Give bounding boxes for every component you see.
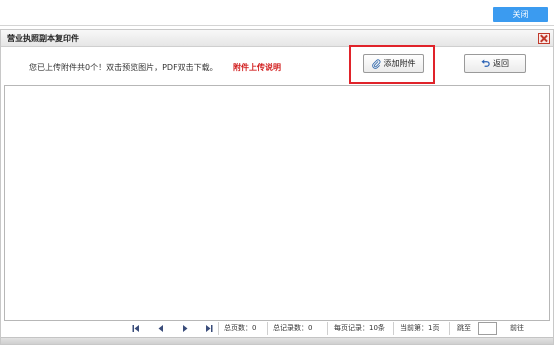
last-page-icon[interactable] bbox=[204, 324, 214, 333]
first-page-icon[interactable] bbox=[131, 324, 141, 333]
paperclip-icon bbox=[371, 58, 380, 69]
pager-separator bbox=[267, 322, 268, 335]
upload-help-link[interactable]: 附件上传说明 bbox=[233, 62, 281, 73]
pager-separator bbox=[218, 322, 219, 335]
total-records-text: 总记录数：0 bbox=[273, 324, 313, 332]
add-attachment-label: 添加附件 bbox=[383, 59, 416, 68]
next-page-icon[interactable] bbox=[180, 324, 190, 333]
pager-separator bbox=[327, 322, 328, 335]
top-separator bbox=[0, 25, 554, 26]
close-x-icon[interactable] bbox=[538, 33, 550, 44]
dialog-header: 营业执照副本复印件 bbox=[1, 30, 553, 47]
back-label: 返回 bbox=[493, 59, 509, 68]
dialog-bottom-bar bbox=[1, 337, 553, 344]
back-button[interactable]: 返回 bbox=[464, 54, 526, 73]
prev-page-icon[interactable] bbox=[156, 324, 166, 333]
jump-to-label: 跳至 bbox=[457, 324, 471, 332]
top-close-button[interactable]: 关闭 bbox=[493, 7, 548, 22]
upload-info-text: 您已上传附件共0个！双击预览图片，PDF双击下载。 bbox=[29, 63, 218, 72]
current-page-text: 当前第：1页 bbox=[400, 324, 440, 332]
pagination-bar: 总页数：0 总记录数：0 每页记录：10条 当前第：1页 跳至 前往 bbox=[1, 322, 553, 335]
add-attachment-button[interactable]: 添加附件 bbox=[363, 54, 424, 73]
attachment-list-area[interactable] bbox=[4, 85, 550, 321]
pager-separator bbox=[449, 322, 450, 335]
dialog-title: 营业执照副本复印件 bbox=[7, 34, 79, 43]
jump-page-input[interactable] bbox=[478, 322, 497, 335]
pager-separator bbox=[393, 322, 394, 335]
total-pages-text: 总页数：0 bbox=[224, 324, 257, 332]
outer-top-bar: 关闭 bbox=[0, 0, 554, 26]
go-button[interactable]: 前往 bbox=[510, 324, 524, 333]
attachment-dialog: 营业执照副本复印件 您已上传附件共0个！双击预览图片，PDF双击下载。 附件上传… bbox=[0, 29, 554, 345]
per-page-text: 每页记录：10条 bbox=[334, 324, 385, 332]
undo-icon bbox=[481, 59, 490, 67]
